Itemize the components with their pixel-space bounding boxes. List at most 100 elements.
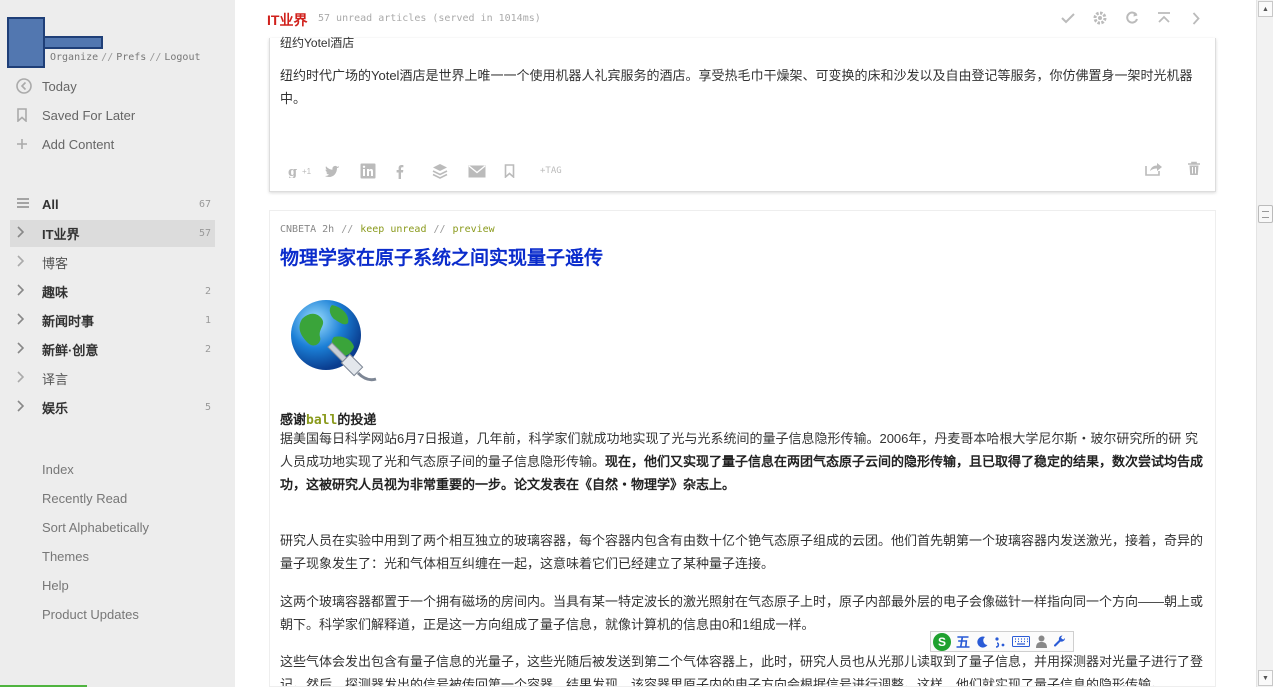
feed-count: 57 (198, 228, 211, 239)
thanks-suffix: 的投递 (337, 412, 377, 427)
article-meta: CNBETA 2h//keep unread//preview (280, 224, 495, 235)
menu-saved-label: Saved For Later (42, 107, 136, 123)
card-actions (1145, 161, 1201, 179)
page-scrollbar[interactable]: ▲ ▼ (1256, 0, 1273, 687)
facebook-icon[interactable] (396, 161, 432, 181)
header-toolbar (1059, 9, 1205, 27)
next-icon[interactable] (1187, 9, 1205, 27)
feed-item-yeeyan[interactable]: 译言 (10, 365, 215, 392)
prefs-link[interactable]: Prefs (116, 52, 146, 63)
unread-info: 57 unread articles (served in 1014ms) (318, 13, 541, 24)
punctuation-icon[interactable] (992, 634, 1008, 650)
gear-icon[interactable] (1091, 9, 1109, 27)
menu-today[interactable]: Today (0, 73, 235, 99)
feed-label: 译言 (42, 372, 69, 387)
menu-saved-for-later[interactable]: Saved For Later (0, 102, 235, 128)
twitter-icon[interactable] (324, 161, 360, 181)
keyboard-icon[interactable] (1011, 634, 1031, 650)
chevron-right-icon (10, 255, 42, 270)
user-icon[interactable] (1034, 634, 1048, 650)
logout-link[interactable]: Logout (164, 52, 200, 63)
add-tag-button[interactable]: +TAG (540, 161, 576, 181)
article-body: 纽约时代广场的Yotel酒店是世界上唯一一个使用机器人礼宾服务的酒店。享受热毛巾… (280, 68, 1193, 106)
sort-alphabetically-link[interactable]: Sort Alphabetically (42, 520, 149, 535)
feed-count: 5 (204, 402, 211, 413)
chevron-right-icon (10, 313, 42, 328)
app-logo-bar (43, 36, 103, 49)
chevron-right-icon (10, 371, 42, 386)
wrench-icon[interactable] (1051, 634, 1067, 650)
article-age: 2h (322, 224, 335, 235)
feed-title[interactable]: IT业界 (267, 10, 307, 30)
feed-item-entertainment[interactable]: 娱乐 5 (10, 394, 215, 421)
feed-label: 娱乐 (42, 401, 69, 416)
ime-mode-toggle[interactable]: 五 (954, 634, 972, 650)
app-logo[interactable] (7, 17, 45, 68)
feed-count: 1 (204, 315, 211, 326)
feed-item-blog[interactable]: 博客 (10, 249, 215, 276)
themes-link[interactable]: Themes (42, 549, 89, 564)
linkedin-icon[interactable] (360, 161, 396, 181)
menu-add-content[interactable]: Add Content (0, 131, 235, 157)
feed-item-news[interactable]: 新闻时事 1 (10, 307, 215, 334)
article-title-cut[interactable]: 纽约Yotel酒店 (280, 34, 354, 51)
article-title[interactable]: 物理学家在原子系统之间实现量子遥传 (280, 243, 603, 270)
save-later-icon[interactable] (504, 161, 540, 181)
feed-label: All (42, 197, 59, 212)
scroll-up-button[interactable]: ▲ (1258, 1, 1273, 17)
article-source[interactable]: CNBETA (280, 224, 316, 235)
article-card-2: CNBETA 2h//keep unread//preview 物理学家在原子系… (269, 210, 1216, 687)
chevron-right-icon (10, 284, 42, 299)
google-plus-label: +1 (302, 166, 312, 176)
submitter-name[interactable]: ball (306, 413, 337, 428)
article-card-1: 纽约Yotel酒店 纽约时代广场的Yotel酒店是世界上唯一一个使用机器人礼宾服… (269, 36, 1216, 192)
today-icon (0, 78, 42, 94)
scroll-thumb[interactable] (1258, 205, 1273, 223)
chevron-right-icon (10, 400, 42, 415)
scroll-down-button[interactable]: ▼ (1258, 670, 1273, 686)
google-plus-icon[interactable]: g +1 (288, 161, 324, 181)
ime-toolbar[interactable]: S 五 (930, 631, 1074, 652)
preview-link[interactable]: preview (453, 224, 495, 235)
product-updates-link[interactable]: Product Updates (42, 607, 139, 622)
feed-label: 趣味 (42, 285, 69, 300)
feed-item-fun[interactable]: 趣味 2 (10, 278, 215, 305)
index-link[interactable]: Index (42, 462, 74, 477)
share-toolbar: g +1 +TAG (288, 161, 576, 181)
buffer-icon[interactable] (432, 161, 468, 181)
svg-text:g: g (288, 165, 297, 178)
mark-all-read-icon[interactable] (1059, 9, 1077, 27)
email-icon[interactable] (468, 161, 504, 181)
organize-link[interactable]: Organize (50, 52, 98, 63)
refresh-icon[interactable] (1123, 9, 1141, 27)
submitter-credit: 感谢ball的投递 (280, 409, 376, 428)
feed-label: 新闻时事 (42, 314, 95, 329)
moon-icon[interactable] (975, 634, 989, 650)
recently-read-link[interactable]: Recently Read (42, 491, 127, 506)
sidebar: Organize//Prefs//Logout Today Saved For … (0, 0, 235, 687)
plus-icon (0, 138, 42, 150)
feed-item-all[interactable]: All 67 (10, 191, 215, 218)
chevron-right-icon (10, 342, 42, 357)
list-icon (10, 197, 42, 212)
article-paragraph-4: 这些气体会发出包含有量子信息的光量子，这些光随后被发送到第二个气体容器上，此时，… (280, 654, 1204, 687)
article-paragraph-2: 研究人员在实验中用到了两个相互独立的玻璃容器，每个容器内包含有由数十亿个铯气态原… (280, 533, 1204, 571)
feed-count: 2 (204, 344, 211, 355)
help-link[interactable]: Help (42, 578, 69, 593)
feed-label: IT业界 (42, 227, 80, 242)
feed-label: 新鲜·创意 (42, 343, 99, 358)
feed-item-it[interactable]: IT业界 57 (10, 220, 215, 247)
article-paragraph-3: 这两个玻璃容器都置于一个拥有磁场的房间内。当具有某一特定波长的激光照射在气态原子… (280, 594, 1204, 632)
share-icon[interactable] (1145, 161, 1163, 179)
chevron-right-icon (10, 226, 42, 241)
feed-item-creative[interactable]: 新鲜·创意 2 (10, 336, 215, 363)
feed-count: 2 (204, 286, 211, 297)
thanks-prefix: 感谢 (280, 412, 307, 427)
keep-unread-link[interactable]: keep unread (360, 224, 426, 235)
trash-icon[interactable] (1187, 161, 1201, 179)
top-links: Organize//Prefs//Logout (50, 52, 201, 63)
feed-label: 博客 (42, 256, 69, 271)
globe-network-image (288, 297, 380, 387)
ime-logo-icon[interactable]: S (933, 632, 951, 651)
scroll-top-icon[interactable] (1155, 9, 1173, 27)
